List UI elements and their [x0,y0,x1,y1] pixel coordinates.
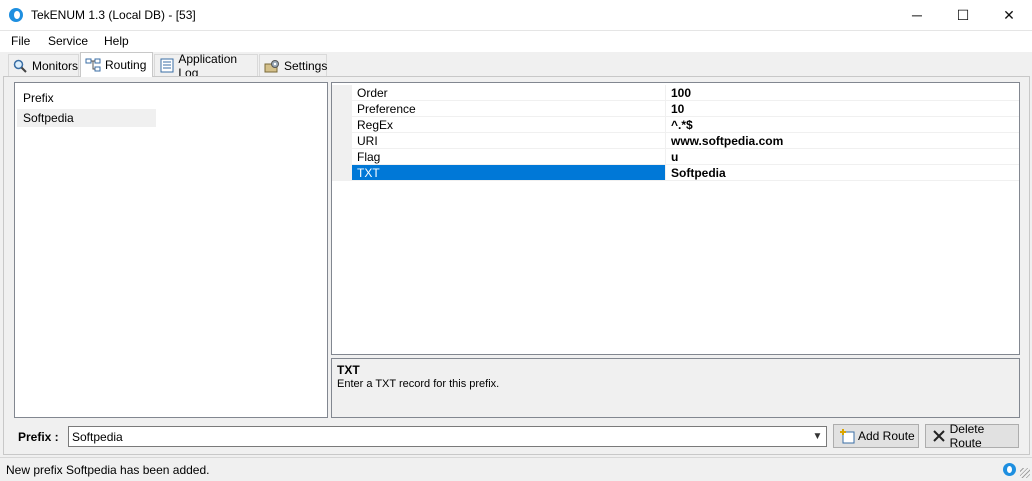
help-title: TXT [337,363,360,377]
tab-strip: Monitors Routing Application Log Setting… [0,52,1032,80]
tab-monitors-label: Monitors [31,58,78,73]
property-row-preference[interactable]: Preference 10 [332,101,1019,117]
add-route-icon [839,428,855,444]
tab-routing[interactable]: Routing [80,52,153,77]
window-title: TekENUM 1.3 (Local DB) - [53] [31,8,196,22]
property-value[interactable]: u [666,149,1019,165]
routing-icon [85,57,101,73]
maximize-button[interactable]: ☐ [940,0,986,30]
tab-routing-label: Routing [105,58,147,72]
property-value[interactable]: www.softpedia.com [666,133,1019,149]
list-item[interactable]: Softpedia [17,109,156,127]
title-bar: TekENUM 1.3 (Local DB) - [53] ─ ☐ ✕ [0,0,1032,31]
delete-x-icon [931,428,947,444]
menu-service[interactable]: Service [48,34,88,48]
delete-route-button[interactable]: Delete Route [925,422,1019,450]
property-row-uri[interactable]: URI www.softpedia.com [332,133,1019,149]
property-row-regex[interactable]: RegEx ^.*$ [332,117,1019,133]
prefix-label: Prefix : [18,430,59,444]
add-route-button[interactable]: Add Route [833,424,919,448]
tab-settings[interactable]: Settings [259,54,327,76]
menu-help[interactable]: Help [104,34,129,48]
property-name: URI [352,133,666,149]
property-value[interactable]: 10 [666,101,1019,117]
property-value[interactable]: ^.*$ [666,117,1019,133]
app-logo-icon [9,8,23,22]
prefix-list[interactable]: Prefix Softpedia [14,82,328,418]
status-bar: New prefix Softpedia has been added. [0,457,1032,481]
property-value[interactable]: Softpedia [666,165,1019,181]
property-name: Flag [352,149,666,165]
property-row-order[interactable]: Order 100 [332,85,1019,101]
property-name: TXT [352,165,666,181]
add-route-label: Add Route [858,429,915,443]
menu-bar: File Service Help [0,31,1032,52]
delete-route-label: Delete Route [949,422,985,450]
minimize-button[interactable]: ─ [894,0,940,30]
prefix-combobox-value[interactable]: Softpedia [72,430,123,444]
settings-icon [264,58,280,74]
magnifier-icon [13,58,28,74]
property-grid[interactable]: Order 100 Preference 10 RegEx ^.*$ URI w… [331,82,1020,355]
help-description: Enter a TXT record for this prefix. [337,378,500,390]
routing-tab-panel: Prefix Softpedia Order 100 Preference 10… [3,76,1030,455]
property-name: RegEx [352,117,666,133]
status-message: New prefix Softpedia has been added. [6,463,210,477]
property-row-flag[interactable]: Flag u [332,149,1019,165]
property-row-txt[interactable]: TXT Softpedia [332,165,1019,181]
property-name: Preference [352,101,666,117]
property-name: Order [352,85,666,101]
chevron-down-icon[interactable]: ▼ [809,427,826,446]
property-help-panel: TXT Enter a TXT record for this prefix. [331,358,1020,418]
prefix-column-header[interactable]: Prefix [17,86,156,109]
tab-monitors[interactable]: Monitors [8,54,79,76]
tab-application-log[interactable]: Application Log [154,52,258,80]
prefix-combobox[interactable]: Softpedia ▼ [68,426,827,447]
app-status-icon [1003,463,1016,476]
menu-file[interactable]: File [11,34,30,48]
resize-grip[interactable] [1020,468,1030,478]
log-icon [159,58,174,74]
close-button[interactable]: ✕ [986,0,1032,30]
tab-settings-label: Settings [284,58,328,73]
property-value[interactable]: 100 [666,85,1019,101]
